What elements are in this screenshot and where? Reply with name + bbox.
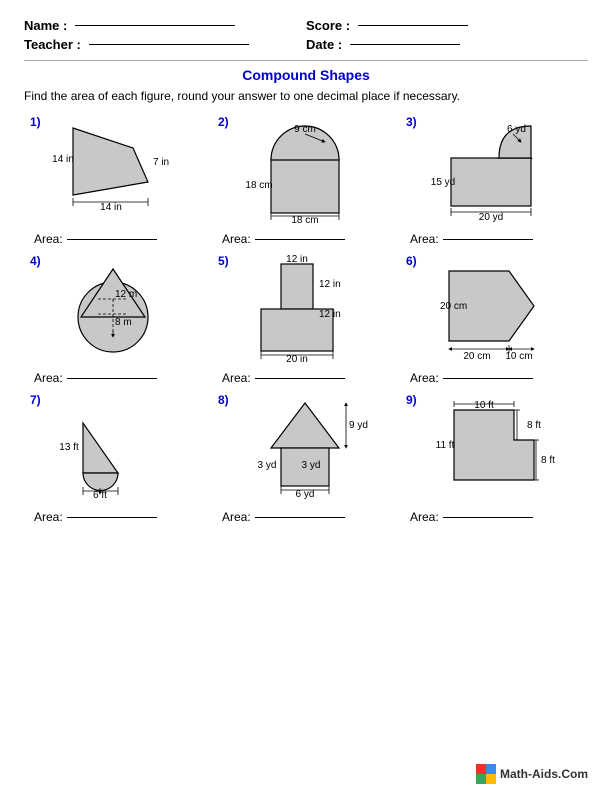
problem-9: 9) 10 ft 8 ft 11 ft [400, 389, 588, 528]
score-label: Score : [306, 18, 350, 33]
area-8: Area: [218, 510, 394, 524]
svg-text:3 yd: 3 yd [302, 460, 321, 471]
svg-text:10 cm: 10 cm [505, 351, 532, 362]
svg-text:12 m: 12 m [115, 289, 137, 300]
svg-text:12 in: 12 in [319, 279, 341, 290]
date-label: Date : [306, 37, 342, 52]
svg-text:12 in: 12 in [319, 309, 341, 320]
svg-text:20 yd: 20 yd [479, 212, 503, 223]
problem-6: 6) 20 cm [400, 250, 588, 389]
header: Name : Score : Teacher : Date : [24, 18, 588, 52]
svg-text:10 ft: 10 ft [474, 400, 494, 411]
name-label: Name : [24, 18, 67, 33]
svg-text:9 cm: 9 cm [294, 124, 316, 135]
area-6-label: Area: [410, 371, 439, 385]
area-5-label: Area: [222, 371, 251, 385]
area-4-label: Area: [34, 371, 63, 385]
area-3-label: Area: [410, 232, 439, 246]
figure-6: 20 cm 20 cm 10 cm [406, 254, 582, 369]
problem-7: 7) 13 ft 6 ft [24, 389, 212, 528]
figure-5: 12 in 12 in 12 in 20 in [218, 254, 394, 369]
date-row: Date : [306, 37, 588, 52]
area-8-input[interactable] [255, 517, 345, 518]
area-1-label: Area: [34, 232, 63, 246]
area-2: Area: [218, 232, 394, 246]
area-4-input[interactable] [67, 378, 157, 379]
area-8-label: Area: [222, 510, 251, 524]
instructions: Find the area of each figure, round your… [24, 89, 588, 103]
problems-grid: 1) 14 in [24, 111, 588, 528]
math-aids-logo: Math-Aids.Com [476, 764, 588, 784]
date-line[interactable] [350, 44, 460, 45]
teacher-row: Teacher : [24, 37, 306, 52]
page-title: Compound Shapes [24, 67, 588, 83]
area-5-input[interactable] [255, 378, 345, 379]
svg-text:14 in: 14 in [100, 202, 122, 213]
problem-5: 5) 12 in 12 in 12 in 20 in [212, 250, 400, 389]
name-line[interactable] [75, 25, 235, 26]
area-9: Area: [406, 510, 582, 524]
area-6-input[interactable] [443, 378, 533, 379]
area-2-label: Area: [222, 232, 251, 246]
svg-text:8 ft: 8 ft [541, 455, 555, 466]
area-4: Area: [30, 371, 206, 385]
svg-text:18 cm: 18 cm [291, 215, 318, 226]
score-line[interactable] [358, 25, 468, 26]
svg-text:6 yd: 6 yd [296, 489, 315, 500]
teacher-line[interactable] [89, 44, 249, 45]
area-7-label: Area: [34, 510, 63, 524]
figure-1: 14 in 7 in 14 in [30, 115, 206, 230]
area-3: Area: [406, 232, 582, 246]
figure-9: 10 ft 8 ft 11 ft 8 ft [406, 393, 582, 508]
figure-7: 13 ft 6 ft [30, 393, 206, 508]
svg-text:13 ft: 13 ft [59, 442, 79, 453]
area-7-input[interactable] [67, 517, 157, 518]
area-1-input[interactable] [67, 239, 157, 240]
svg-text:18 cm: 18 cm [245, 180, 272, 191]
svg-text:20 cm: 20 cm [463, 351, 490, 362]
svg-text:8 m: 8 m [115, 317, 132, 328]
svg-text:9 yd: 9 yd [349, 420, 368, 431]
figure-8: 9 yd 3 yd 3 yd 6 yd [218, 393, 394, 508]
logo-icon [476, 764, 496, 784]
svg-text:14 in: 14 in [52, 154, 74, 165]
problem-8: 8) 9 [212, 389, 400, 528]
problem-1: 1) 14 in [24, 111, 212, 250]
problem-4: 4) 12 m 8 m [24, 250, 212, 389]
svg-text:20 cm: 20 cm [440, 301, 467, 312]
svg-text:7 in: 7 in [153, 157, 169, 168]
svg-text:15 yd: 15 yd [431, 177, 455, 188]
area-7: Area: [30, 510, 206, 524]
area-6: Area: [406, 371, 582, 385]
figure-2: 9 cm 18 cm 18 cm [218, 115, 394, 230]
area-2-input[interactable] [255, 239, 345, 240]
area-9-input[interactable] [443, 517, 533, 518]
svg-text:8 ft: 8 ft [527, 420, 541, 431]
header-divider [24, 60, 588, 61]
svg-text:6 yd: 6 yd [507, 124, 526, 135]
area-5: Area: [218, 371, 394, 385]
svg-text:20 in: 20 in [286, 354, 308, 365]
problem-2: 2) 9 cm 18 cm [212, 111, 400, 250]
problem-3: 3) 6 yd [400, 111, 588, 250]
site-label: Math-Aids.Com [500, 767, 588, 781]
name-row: Name : [24, 18, 306, 33]
figure-3: 6 yd 15 yd 20 yd [406, 115, 582, 230]
svg-text:11 ft: 11 ft [436, 440, 455, 451]
svg-text:3 yd: 3 yd [258, 460, 277, 471]
area-3-input[interactable] [443, 239, 533, 240]
score-row: Score : [306, 18, 588, 33]
page: Name : Score : Teacher : Date : Compound… [0, 0, 612, 792]
figure-4: 12 m 8 m [30, 254, 206, 369]
footer: Math-Aids.Com [476, 764, 588, 784]
area-1: Area: [30, 232, 206, 246]
svg-text:12 in: 12 in [286, 254, 308, 265]
area-9-label: Area: [410, 510, 439, 524]
teacher-label: Teacher : [24, 37, 81, 52]
